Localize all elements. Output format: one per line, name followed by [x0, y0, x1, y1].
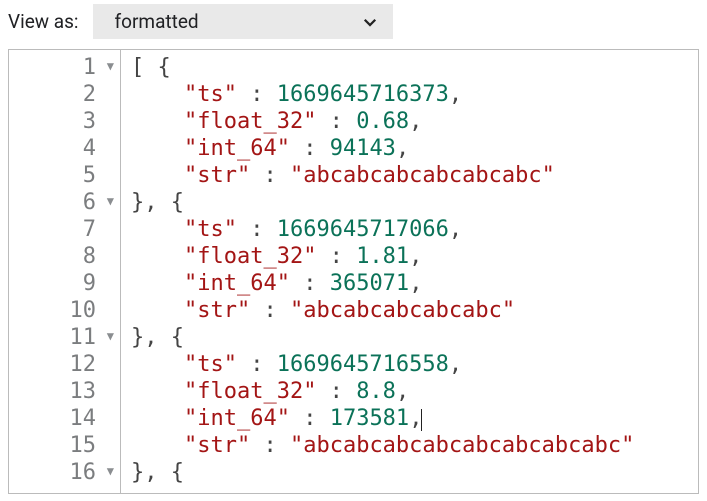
fold-toggle-icon[interactable]: ▼: [102, 323, 114, 350]
gutter-line: 8▼: [9, 243, 114, 270]
gutter-line: 12▼: [9, 351, 114, 378]
gutter-line: 4▼: [9, 135, 114, 162]
fold-toggle-icon[interactable]: ▼: [102, 53, 114, 80]
gutter-line: 7▼: [9, 216, 114, 243]
gutter-line: 16▼: [9, 459, 114, 486]
chevron-down-icon: [361, 13, 379, 31]
code-editor[interactable]: 1▼2▼3▼4▼5▼6▼7▼8▼9▼10▼11▼12▼13▼14▼15▼16▼ …: [8, 49, 699, 494]
gutter-line: 6▼: [9, 189, 114, 216]
gutter-line: 2▼: [9, 81, 114, 108]
code-area[interactable]: [ { "ts" : 1669645716373, "float_32" : 0…: [121, 50, 698, 493]
fold-toggle-icon[interactable]: ▼: [102, 458, 114, 485]
view-mode-selected: formatted: [115, 10, 199, 33]
gutter-line: 5▼: [9, 162, 114, 189]
view-mode-select[interactable]: formatted: [93, 4, 393, 39]
gutter-line: 1▼: [9, 54, 114, 81]
gutter-line: 3▼: [9, 108, 114, 135]
view-mode-toolbar: View as: formatted: [0, 0, 707, 45]
gutter-line: 13▼: [9, 378, 114, 405]
gutter-line: 15▼: [9, 432, 114, 459]
gutter-line: 9▼: [9, 270, 114, 297]
gutter-line: 14▼: [9, 405, 114, 432]
line-number-gutter: 1▼2▼3▼4▼5▼6▼7▼8▼9▼10▼11▼12▼13▼14▼15▼16▼: [9, 50, 121, 493]
fold-toggle-icon[interactable]: ▼: [102, 188, 114, 215]
gutter-line: 11▼: [9, 324, 114, 351]
gutter-line: 10▼: [9, 297, 114, 324]
view-as-label: View as:: [8, 10, 79, 33]
